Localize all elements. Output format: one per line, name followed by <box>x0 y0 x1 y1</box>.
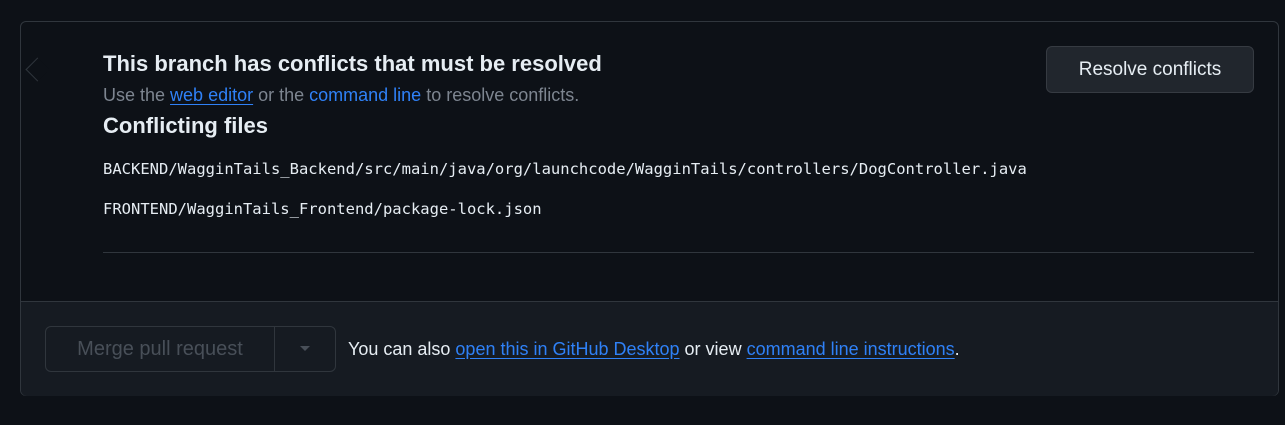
merge-text-mid: or view <box>679 339 747 359</box>
subtitle-mid: or the <box>253 85 310 105</box>
merge-help-text: You can also open this in GitHub Desktop… <box>348 339 960 360</box>
conflict-subtitle: Use the web editor or the command line t… <box>103 85 579 106</box>
merge-section: Merge pull request You can also open thi… <box>21 301 1278 396</box>
subtitle-suffix: to resolve conflicts. <box>421 85 580 105</box>
github-desktop-link[interactable]: open this in GitHub Desktop <box>455 339 679 359</box>
merge-text-suffix: . <box>954 339 960 359</box>
conflicting-files-heading: Conflicting files <box>103 113 268 138</box>
merge-options-dropdown[interactable] <box>275 327 335 371</box>
command-line-instructions-link[interactable]: command line instructions <box>747 339 955 359</box>
resolve-conflicts-button[interactable]: Resolve conflicts <box>1046 46 1254 93</box>
conflicting-file: FRONTEND/WagginTails_Frontend/package-lo… <box>103 200 542 218</box>
conflicting-file: BACKEND/WagginTails_Backend/src/main/jav… <box>103 160 1027 178</box>
conflict-title: This branch has conflicts that must be r… <box>103 51 602 76</box>
divider <box>103 252 1254 253</box>
merge-box: This branch has conflicts that must be r… <box>20 21 1279 396</box>
triangle-down-icon <box>300 346 310 351</box>
web-editor-link[interactable]: web editor <box>170 85 253 105</box>
merge-button-group: Merge pull request <box>45 326 336 372</box>
merge-text-prefix: You can also <box>348 339 456 359</box>
conflicts-section: This branch has conflicts that must be r… <box>21 22 1278 301</box>
command-line-link[interactable]: command line <box>309 85 421 105</box>
subtitle-prefix: Use the <box>103 85 171 105</box>
merge-pull-request-button[interactable]: Merge pull request <box>46 327 275 371</box>
